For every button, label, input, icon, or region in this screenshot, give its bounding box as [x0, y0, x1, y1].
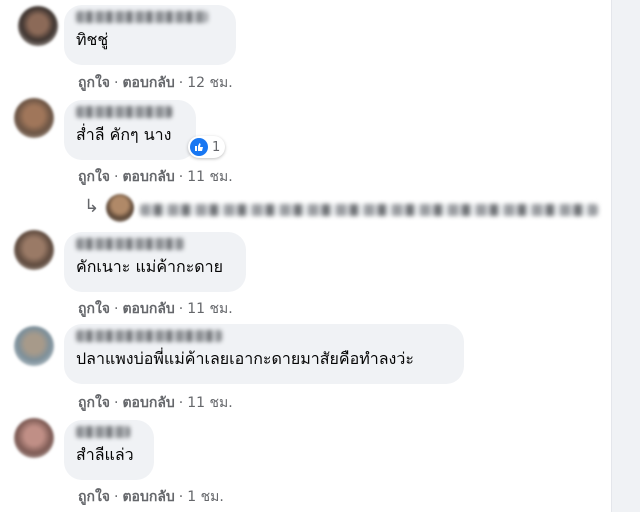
comment: คักเนาะ แม่ค้ากะดาย ถูกใจ · ตอบกลับ · 11 ชม. — [0, 228, 612, 320]
comment-text: ปลาแพงบ่อพี่แม่ค้าเลยเอากะดายมาสัยคือทำล… — [76, 349, 414, 368]
author-name-blurred[interactable] — [76, 11, 208, 23]
reply-link[interactable]: ตอบกลับ — [122, 395, 174, 411]
author-name-blurred[interactable] — [76, 238, 184, 250]
reply-preview-row[interactable]: ↳ — [0, 192, 612, 226]
comment-actions: ถูกใจ · ตอบกลับ · 11 ชม. — [78, 395, 233, 411]
reaction-badge[interactable]: 1 — [188, 136, 226, 158]
comment-bubble: คักเนาะ แม่ค้ากะดาย — [64, 232, 246, 292]
comment-actions: ถูกใจ · ตอบกลับ · 12 ชม. — [78, 75, 233, 91]
reaction-count: 1 — [212, 139, 221, 155]
author-name-blurred[interactable] — [76, 426, 130, 438]
scrollbar[interactable] — [611, 0, 640, 512]
timestamp[interactable]: 11 ชม. — [187, 301, 232, 317]
like-link[interactable]: ถูกใจ — [78, 489, 110, 505]
like-link[interactable]: ถูกใจ — [78, 169, 110, 185]
comment-actions: ถูกใจ · ตอบกลับ · 11 ชม. — [78, 169, 233, 185]
reply-link[interactable]: ตอบกลับ — [122, 75, 174, 91]
comment-actions: ถูกใจ · ตอบกลับ · 11 ชม. — [78, 301, 233, 317]
timestamp[interactable]: 11 ชม. — [187, 395, 232, 411]
comment: สำลีแล่ว ถูกใจ · ตอบกลับ · 1 ชม. — [0, 414, 612, 512]
avatar[interactable] — [106, 194, 134, 222]
like-thumb-icon — [190, 138, 208, 156]
comment-bubble: ส่ำลี คักๆ นาง — [64, 100, 196, 160]
comment-text: คักเนาะ แม่ค้ากะดาย — [76, 257, 224, 276]
reply-link[interactable]: ตอบกลับ — [122, 301, 174, 317]
comment: ส่ำลี คักๆ นาง 1 ถูกใจ · ตอบกลับ · 11 ชม. — [0, 96, 612, 192]
comment-bubble: ปลาแพงบ่อพี่แม่ค้าเลยเอากะดายมาสัยคือทำล… — [64, 324, 464, 384]
avatar[interactable] — [18, 6, 58, 46]
comment: ปลาแพงบ่อพี่แม่ค้าเลยเอากะดายมาสัยคือทำล… — [0, 322, 612, 416]
avatar[interactable] — [14, 230, 54, 270]
author-name-blurred[interactable] — [76, 106, 172, 118]
reply-preview-blurred[interactable] — [140, 204, 598, 216]
like-link[interactable]: ถูกใจ — [78, 301, 110, 317]
timestamp[interactable]: 12 ชม. — [187, 75, 232, 91]
comment-text: ทิชชู่ — [76, 30, 109, 49]
comment-text: สำลีแล่ว — [76, 445, 134, 464]
avatar[interactable] — [14, 326, 54, 366]
like-link[interactable]: ถูกใจ — [78, 395, 110, 411]
comment-text: ส่ำลี คักๆ นาง — [76, 125, 172, 144]
timestamp[interactable]: 1 ชม. — [187, 489, 224, 505]
comment: ทิชชู่ ถูกใจ · ตอบกลับ · 12 ชม. — [0, 0, 612, 96]
timestamp[interactable]: 11 ชม. — [187, 169, 232, 185]
comment-actions: ถูกใจ · ตอบกลับ · 1 ชม. — [78, 489, 224, 505]
comment-bubble: สำลีแล่ว — [64, 420, 154, 480]
author-name-blurred[interactable] — [76, 330, 222, 342]
reply-link[interactable]: ตอบกลับ — [122, 169, 174, 185]
like-link[interactable]: ถูกใจ — [78, 75, 110, 91]
avatar[interactable] — [14, 418, 54, 458]
comment-bubble: ทิชชู่ — [64, 5, 236, 65]
avatar[interactable] — [14, 98, 54, 138]
reply-link[interactable]: ตอบกลับ — [122, 489, 174, 505]
reply-arrow-icon: ↳ — [84, 196, 100, 217]
